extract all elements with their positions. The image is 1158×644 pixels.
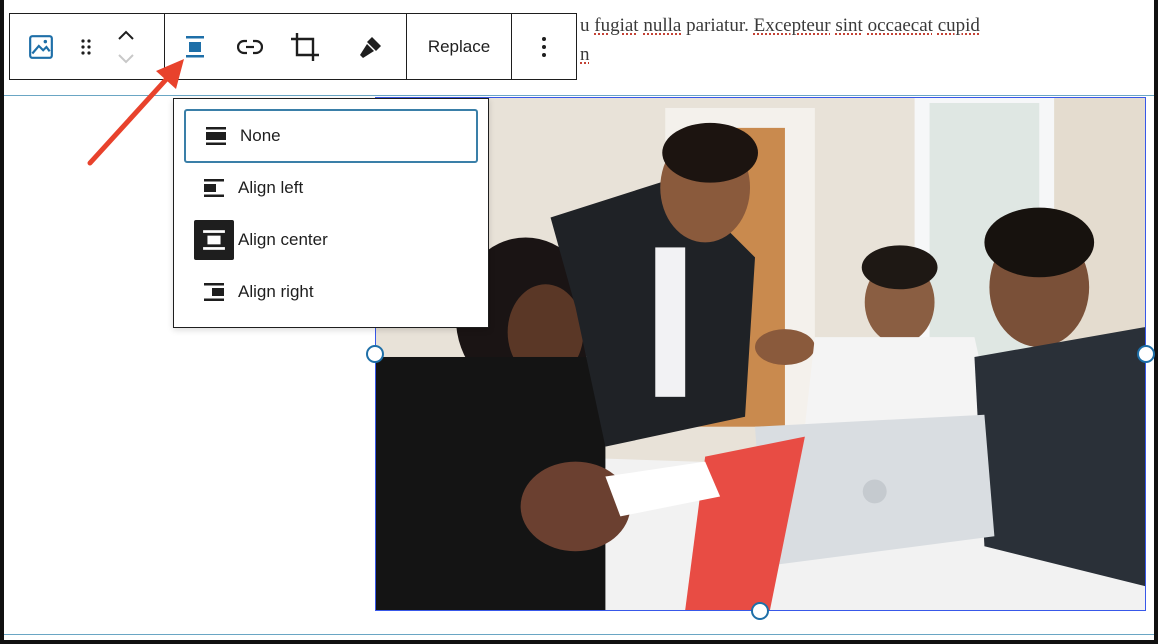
block-border-bottom xyxy=(4,634,1154,635)
crop-icon[interactable] xyxy=(275,14,337,79)
image-block-icon[interactable] xyxy=(10,14,72,79)
more-options-icon[interactable] xyxy=(512,14,576,79)
align-dropdown-menu: None Align left Align center Align right xyxy=(173,98,489,328)
options-group xyxy=(512,14,576,79)
align-option-none[interactable]: None xyxy=(184,109,478,163)
paragraph-text-line2[interactable]: n xyxy=(580,44,600,66)
align-option-label: Align right xyxy=(238,282,314,301)
resize-handle-bottom[interactable] xyxy=(751,602,769,620)
align-right-icon xyxy=(194,272,234,312)
align-option-center[interactable]: Align center xyxy=(184,213,478,267)
align-option-label: Align left xyxy=(238,178,304,197)
align-option-left[interactable]: Align left xyxy=(184,161,478,215)
resize-handle-left[interactable] xyxy=(366,345,384,363)
align-center-icon xyxy=(194,220,234,260)
link-icon[interactable] xyxy=(225,14,275,79)
resize-handle-right[interactable] xyxy=(1137,345,1155,363)
align-left-icon xyxy=(194,168,234,208)
annotation-arrow-icon xyxy=(87,59,184,166)
replace-group: Replace xyxy=(407,14,512,79)
replace-button[interactable]: Replace xyxy=(407,14,511,79)
tools-group xyxy=(165,14,407,79)
paragraph-text[interactable]: u fugiat nulla pariatur. Excepteur sint … xyxy=(580,14,1158,38)
align-option-label: None xyxy=(240,126,281,145)
brush-icon[interactable] xyxy=(336,14,406,79)
align-none-icon xyxy=(196,116,236,156)
image-block[interactable] xyxy=(375,97,1146,611)
office-meeting-photo xyxy=(376,98,1145,610)
align-option-label: Align center xyxy=(238,230,328,249)
align-option-right[interactable]: Align right xyxy=(184,265,478,319)
